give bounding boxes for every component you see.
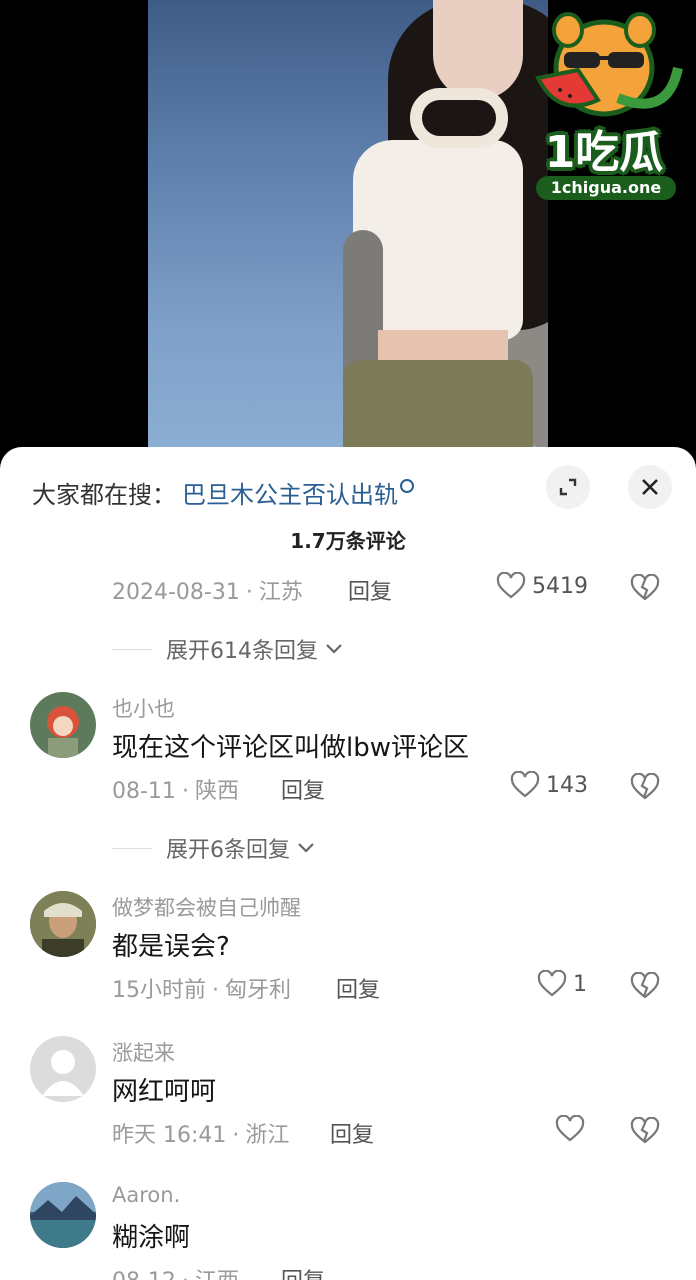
headphones — [410, 88, 508, 148]
avatar[interactable] — [30, 891, 96, 957]
dislike-button[interactable] — [630, 1116, 660, 1149]
expand-icon — [559, 478, 577, 496]
heart-icon — [555, 1115, 585, 1142]
reply-button[interactable]: 回复 — [281, 1263, 325, 1280]
comment-username[interactable]: 涨起来 — [112, 1037, 175, 1067]
search-icon — [400, 479, 414, 493]
comment-text: 糊涂啊 — [112, 1223, 191, 1253]
expand-replies-button[interactable]: 展开6条回复 — [112, 832, 316, 864]
comment-date: 08-11 — [112, 779, 176, 804]
comment-text: 网红呵呵 — [112, 1077, 217, 1107]
comment-location: 江苏 — [258, 580, 303, 605]
avatar[interactable] — [30, 1182, 96, 1248]
like-button[interactable] — [555, 1115, 591, 1143]
comment-meta: 昨天 16:41 · 浙江 — [112, 1123, 290, 1148]
heart-icon — [496, 572, 526, 599]
dislike-button[interactable] — [630, 573, 660, 606]
avatar[interactable] — [30, 1036, 96, 1102]
search-prefix: 大家都在搜： — [32, 481, 176, 509]
comment-meta: 08-11 · 陕西 — [112, 779, 239, 804]
like-count: 1 — [573, 971, 587, 997]
comment-username[interactable]: Aaron. — [112, 1183, 180, 1207]
comment-location: 陕西 — [194, 779, 239, 804]
video-player[interactable]: 1吃瓜 1chigua.one — [0, 0, 696, 470]
trending-search[interactable]: 大家都在搜： 巴旦木公主否认出轨 — [32, 475, 414, 510]
reply-button[interactable]: 回复 — [336, 972, 380, 1004]
comment-location: 浙江 — [245, 1123, 290, 1148]
logo-title: 1吃瓜 — [544, 127, 664, 178]
heart-icon — [510, 771, 540, 798]
comment-username[interactable]: 做梦都会被自己帅醒 — [112, 892, 301, 922]
comment-date: 15小时前 — [112, 978, 206, 1003]
comment-meta: 2024-08-31 · 江苏 — [112, 580, 303, 605]
comment-text: 都是误会? — [112, 932, 230, 962]
like-count: 143 — [546, 772, 588, 798]
close-button[interactable] — [628, 465, 672, 509]
like-button[interactable]: 5419 — [496, 572, 588, 600]
avatar[interactable] — [30, 692, 96, 758]
hamster-mascot-icon — [535, 12, 683, 117]
broken-heart-icon — [630, 971, 660, 999]
like-count: 5419 — [532, 573, 588, 599]
video-frame — [148, 0, 548, 470]
watermark-logo: 1吃瓜 1chigua.one — [518, 8, 690, 204]
broken-heart-icon — [630, 772, 660, 800]
heart-icon — [537, 970, 567, 997]
chevron-down-icon — [298, 843, 314, 853]
close-icon — [642, 479, 658, 495]
chevron-down-icon — [326, 644, 342, 654]
dislike-button[interactable] — [630, 772, 660, 805]
comment-location: 匈牙利 — [225, 978, 292, 1003]
comment-count: 1.7万条评论 — [290, 529, 406, 553]
reply-button[interactable]: 回复 — [281, 773, 325, 805]
comment-meta: 08-12·江西 — [112, 1263, 239, 1280]
like-button[interactable]: 143 — [510, 771, 588, 799]
comment-location: 江西 — [195, 1269, 239, 1280]
expand-replies-button[interactable]: 展开614条回复 — [112, 633, 344, 665]
comment-username[interactable]: 也小也 — [112, 693, 175, 723]
search-keyword-link[interactable]: 巴旦木公主否认出轨 — [182, 481, 398, 509]
broken-heart-icon — [630, 573, 660, 601]
expand-replies-label: 展开6条回复 — [166, 838, 290, 863]
expand-button[interactable] — [546, 465, 590, 509]
comments-panel: 大家都在搜： 巴旦木公主否认出轨 1.7万条评论 2024-08-31 · 江苏 回复… — [0, 447, 696, 1280]
logo-subtitle: 1chigua.one — [536, 176, 676, 200]
like-button[interactable]: 1 — [537, 970, 587, 998]
comment-meta: 15小时前 · 匈牙利 — [112, 978, 292, 1003]
comment-date: 08-12 — [112, 1269, 176, 1280]
expand-replies-label: 展开614条回复 — [166, 639, 318, 664]
reply-button[interactable]: 回复 — [330, 1117, 374, 1149]
comment-date: 昨天 16:41 — [112, 1123, 227, 1148]
comment-date: 2024-08-31 — [112, 580, 240, 605]
default-user-icon — [42, 1050, 84, 1096]
broken-heart-icon — [630, 1116, 660, 1144]
dislike-button[interactable] — [630, 971, 660, 1004]
reply-button[interactable]: 回复 — [348, 574, 392, 606]
comment-text: 现在这个评论区叫做lbw评论区 — [112, 733, 469, 763]
